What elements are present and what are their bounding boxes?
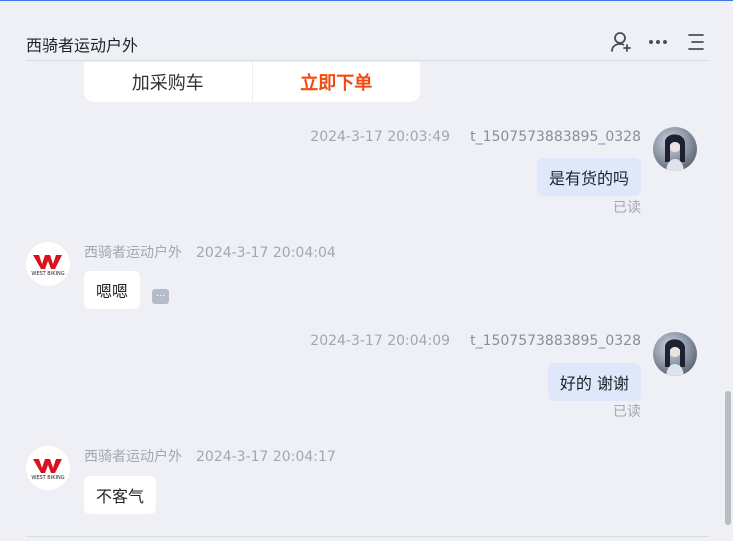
message-time: 2024-3-17 20:04:04 (196, 245, 336, 261)
sender-name: t_1507573883895_0328 (470, 129, 641, 145)
message-bubble-outgoing: 好的 谢谢 (547, 363, 641, 401)
shop-avatar[interactable]: WEST BIKING (26, 242, 70, 286)
message-options-icon[interactable]: ... (152, 289, 169, 304)
sender-name: t_1507573883895_0328 (470, 333, 641, 349)
chat-header: 西骑者运动户外 (26, 0, 709, 61)
read-status: 已读 (613, 404, 641, 420)
shop-name-title: 西骑者运动户外 (26, 36, 139, 55)
message-meta: 西骑者运动户外 2024-3-17 20:04:17 (84, 446, 336, 466)
message-time: 2024-3-17 20:03:49 (310, 129, 451, 145)
user-avatar[interactable] (653, 127, 697, 171)
product-card-actions: 加采购车 立即下单 (84, 62, 420, 102)
shop-avatar[interactable]: WEST BIKING (26, 446, 70, 490)
sender-name: 西骑者运动户外 (84, 245, 182, 261)
message-meta: 2024-3-17 20:04:09 t_1507573883895_0328 (310, 333, 641, 349)
message-meta: 西骑者运动户外 2024-3-17 20:04:04 (84, 242, 336, 262)
menu-icon[interactable] (683, 30, 707, 54)
message-time: 2024-3-17 20:04:09 (310, 333, 451, 349)
add-to-cart-button[interactable]: 加采购车 (84, 62, 253, 102)
message-bubble-incoming: 不客气 (84, 476, 157, 514)
order-now-button[interactable]: 立即下单 (253, 62, 421, 102)
message-meta: 2024-3-17 20:03:49 t_1507573883895_0328 (310, 129, 641, 145)
west-biking-logo-text: WEST BIKING (31, 271, 64, 277)
add-contact-icon[interactable] (609, 30, 633, 54)
user-avatar[interactable] (653, 332, 697, 376)
chat-scrollbar[interactable] (725, 391, 731, 525)
input-divider (26, 536, 709, 537)
read-status: 已读 (613, 200, 641, 216)
message-bubble-outgoing: 是有货的吗 (536, 158, 641, 196)
message-bubble-incoming: 嗯嗯 (84, 271, 141, 309)
sender-name: 西骑者运动户外 (84, 449, 182, 465)
message-time: 2024-3-17 20:04:17 (196, 449, 336, 465)
more-dots-icon[interactable] (646, 30, 670, 54)
west-biking-logo-text: WEST BIKING (31, 475, 64, 481)
